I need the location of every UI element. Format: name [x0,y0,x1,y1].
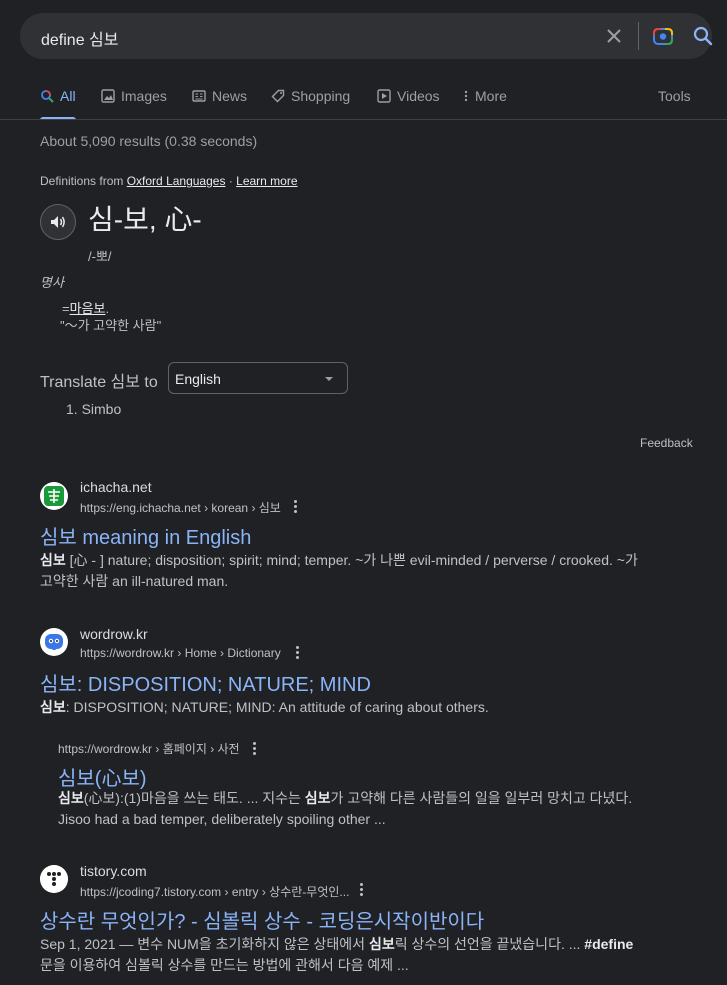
tag-icon [271,89,285,103]
definition-link[interactable]: 마음보 [70,301,106,316]
result-title[interactable]: 심보 meaning in English [40,521,251,550]
pronounce-button[interactable] [40,204,76,240]
snippet-bold: 심보 [40,552,66,568]
sublink-title[interactable]: 심보(心보) [58,762,147,791]
definition-suffix: . [105,301,110,316]
tools-button[interactable]: Tools [658,88,691,104]
video-icon [377,89,391,103]
tab-videos[interactable]: Videos [377,88,440,104]
tab-images[interactable]: Images [101,88,167,104]
headword: 심-보, 心- [88,204,202,235]
ichacha-favicon [40,482,68,510]
search-divider [638,22,639,50]
site-url[interactable]: https://jcoding7.tistory.com › entry › 상… [80,883,349,900]
result-snippet: Sep 1, 2021 — 변수 NUM을 초기화하지 않은 상태에서 심보릭 … [40,934,650,976]
snippet-bold: #define [584,936,634,952]
separator: · [228,174,233,188]
ichacha-logo-icon [44,486,64,506]
phonetic: /-뽀/ [88,249,112,264]
tab-more[interactable]: More [463,88,507,104]
tab-label: Images [121,88,167,104]
tab-all[interactable]: All [40,88,76,104]
site-name: tistory.com [80,863,147,879]
tab-label: News [212,88,248,104]
search-tabs: All Images News Shopping Videos More Too… [0,80,727,120]
site-url[interactable]: https://wordrow.kr › Home › Dictionary [80,646,281,660]
definition-prefix: = [62,301,70,316]
tab-label: More [475,88,507,104]
site-name: ichacha.net [80,479,152,495]
site-url[interactable]: https://eng.ichacha.net › korean › 심보 [80,499,281,516]
language-select[interactable]: English [168,362,348,394]
definitions-source: Definitions from Oxford Languages · Lear… [40,174,298,188]
snippet-bold: 심보 [368,936,395,952]
search-icon[interactable] [692,25,714,47]
sublink-snippet: 심보(心보):(1)마음을 쓰는 태도. ... 지수는 심보가 고약해 다른 … [58,788,658,830]
source-prefix: Definitions from [40,174,124,188]
tabs-divider [0,119,727,120]
clear-icon[interactable] [604,26,624,46]
snippet-text: Sep 1, 2021 — 변수 NUM을 초기화하지 않은 상태에서 [40,936,369,952]
result-snippet: 심보 [心 - ] nature; disposition; spirit; m… [40,550,650,592]
wordrow-favicon [40,628,68,656]
result-snippet: 심보: DISPOSITION; NATURE; MIND: An attitu… [40,697,650,718]
google-search-icon [41,90,54,103]
tab-label: All [60,88,76,104]
snippet-bold: 심보 [40,699,66,715]
translation-result: 1. Simbo [66,401,122,417]
tistory-favicon [40,865,68,893]
oxford-languages-link[interactable]: Oxford Languages [127,174,226,188]
feedback-link[interactable]: Feedback [640,436,693,450]
news-icon [192,90,206,102]
result-title[interactable]: 심보: DISPOSITION; NATURE; MIND [40,668,371,697]
snippet-bold: 심보 [58,790,84,806]
tistory-logo-icon [40,865,68,893]
more-vertical-icon [464,90,468,102]
tab-label: Shopping [291,88,351,104]
more-options-icon[interactable] [294,500,298,514]
part-of-speech: 명사 [40,275,64,290]
dropdown-caret-icon [325,377,333,381]
snippet-text: : DISPOSITION; NATURE; MIND: An attitude… [65,699,489,715]
search-input[interactable]: define 심보 [41,26,118,50]
sublink-url[interactable]: https://wordrow.kr › 홈페이지 › 사전 [58,740,240,757]
snippet-text: [心 - ] nature; disposition; spirit; mind… [40,552,638,589]
translate-label: Translate 심보 to [40,374,158,391]
snippet-text: 릭 상수의 선언을 끝냈습니다. ... [394,936,585,952]
speaker-icon [51,216,65,228]
wordrow-logo-icon [45,634,63,650]
example: "～가 고약한 사람" [60,318,162,333]
more-options-icon[interactable] [253,742,257,756]
tab-shopping[interactable]: Shopping [271,88,350,104]
tab-news[interactable]: News [192,88,247,104]
snippet-bold: 심보 [304,790,331,806]
site-name: wordrow.kr [80,626,148,642]
more-options-icon[interactable] [296,646,300,660]
learn-more-link[interactable]: Learn more [236,174,297,188]
result-title[interactable]: 상수란 무엇인가? - 심볼릭 상수 - 코딩은시작이반이다 [40,905,484,934]
result-stats: About 5,090 results (0.38 seconds) [40,133,258,149]
image-icon [101,89,115,103]
snippet-text: (心보):(1)마음을 쓰는 태도. ... 지수는 [83,790,305,806]
search-bar[interactable]: define 심보 [20,13,714,59]
language-value: English [175,371,221,387]
snippet-text: 문을 이용하여 심볼릭 상수를 만드는 방법에 관해서 다음 예제 ... [40,957,409,973]
more-options-icon[interactable] [360,883,364,897]
tab-label: Videos [397,88,440,104]
search-results-page: define 심보 All Images News Shopping Video… [0,0,727,985]
camera-lens-icon[interactable] [652,25,674,47]
